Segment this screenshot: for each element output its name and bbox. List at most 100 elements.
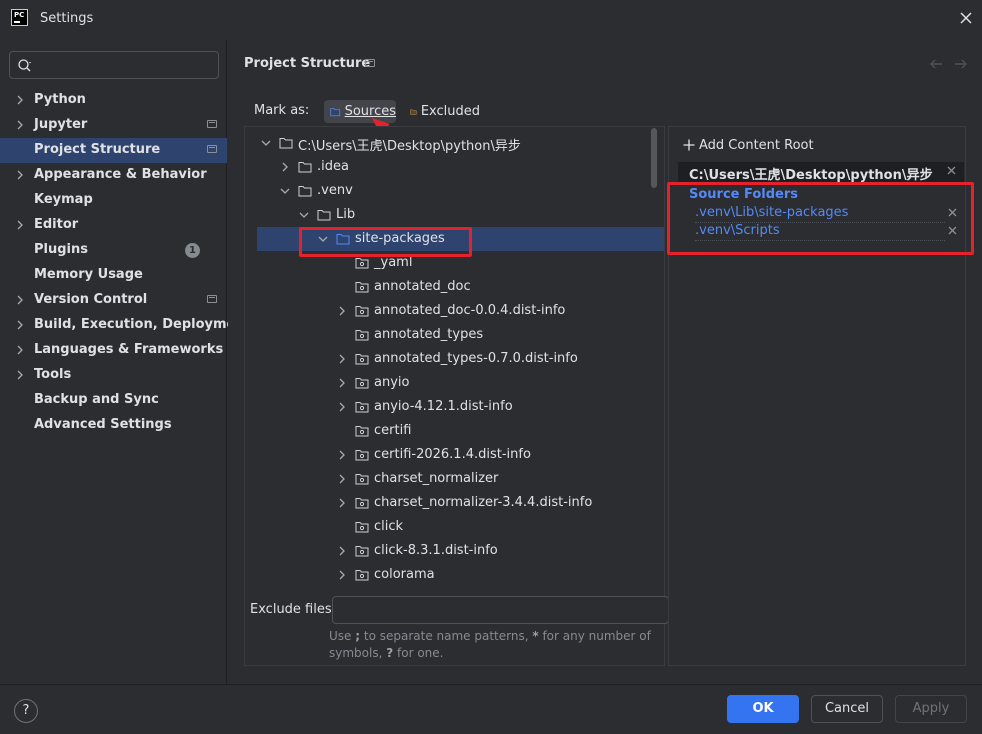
chevron-down-icon[interactable] [261, 138, 271, 148]
sidebar-item[interactable]: Advanced Settings [0, 413, 227, 438]
tree-row-label: anyio [374, 375, 410, 390]
sidebar-item-label: Python [34, 92, 86, 107]
tree-row[interactable]: certifi-2026.1.4.dist-info [245, 443, 664, 467]
tree-row[interactable]: C:\Users\王虎\Desktop\python\异步 [245, 131, 664, 155]
package-folder-icon [355, 402, 369, 413]
chevron-right-icon[interactable] [15, 95, 25, 105]
tree-row[interactable]: _yaml [245, 251, 664, 275]
chevron-right-icon[interactable] [15, 220, 25, 230]
remove-source-icon[interactable] [948, 226, 957, 235]
tree-row[interactable]: .venv [245, 179, 664, 203]
tree-row[interactable]: annotated_doc [245, 275, 664, 299]
ok-button[interactable]: OK [727, 695, 799, 723]
chevron-right-icon[interactable] [15, 345, 25, 355]
source-folder-item[interactable]: .venv\Lib\site-packages [695, 205, 945, 223]
tree-row-label: annotated_types [374, 327, 484, 342]
back-arrow-icon[interactable] [929, 58, 943, 70]
sidebar-item[interactable]: Plugins 1 [0, 238, 227, 263]
tree-row-label: Lib [336, 207, 356, 222]
sidebar-item-label: Version Control [34, 292, 148, 307]
project-level-icon [207, 295, 217, 303]
chevron-right-icon[interactable] [15, 120, 25, 130]
remove-root-icon[interactable] [947, 166, 956, 175]
mark-sources-button[interactable]: Sources [324, 100, 396, 123]
excluded-folder-icon [410, 109, 417, 115]
remove-source-icon[interactable] [948, 208, 957, 217]
project-tree[interactable]: C:\Users\王虎\Desktop\python\异步 .idea .venv L… [244, 126, 665, 666]
sidebar-item[interactable]: Python [0, 88, 227, 113]
project-level-icon [365, 59, 375, 67]
sidebar-item[interactable]: Keymap [0, 188, 227, 213]
content-roots-panel: Add Content Root C:\Users\王虎\Desktop\pyt… [668, 126, 966, 666]
package-folder-icon [355, 282, 369, 293]
sidebar-item[interactable]: Build, Execution, Deployment [0, 313, 251, 338]
content-root-path: C:\Users\王虎\Desktop\python\异步 [678, 162, 964, 183]
chevron-right-icon[interactable] [15, 170, 25, 180]
tree-row[interactable]: Lib [245, 203, 664, 227]
tree-row[interactable]: colorama [245, 563, 664, 587]
source-folder-item[interactable]: .venv\Scripts [695, 223, 945, 241]
tree-row[interactable]: certifi [245, 419, 664, 443]
tree-row[interactable]: charset_normalizer-3.4.4.dist-info [245, 491, 664, 515]
chevron-right-icon[interactable] [337, 474, 347, 484]
sidebar-item-label: Keymap [34, 192, 93, 207]
search-input[interactable] [38, 55, 214, 75]
help-button[interactable]: ? [14, 699, 38, 723]
sidebar-item[interactable]: Backup and Sync [0, 388, 227, 413]
tree-row-label: .venv [317, 183, 353, 198]
tree-row[interactable]: annotated_doc-0.0.4.dist-info [245, 299, 664, 323]
mark-excluded-button[interactable]: Excluded [404, 100, 480, 123]
chevron-right-icon[interactable] [337, 306, 347, 316]
search-field[interactable] [9, 51, 219, 79]
chevron-down-icon[interactable] [299, 210, 309, 220]
package-folder-icon [355, 330, 369, 341]
chevron-down-icon[interactable] [280, 186, 290, 196]
tree-row[interactable]: site-packages [257, 227, 664, 251]
chevron-right-icon[interactable] [337, 450, 347, 460]
sidebar-item[interactable]: Jupyter [0, 113, 227, 138]
tree-row-label: click [374, 519, 404, 534]
add-content-root-button[interactable]: Add Content Root [683, 135, 814, 155]
tree-row-label: .idea [317, 159, 349, 174]
tree-row[interactable]: anyio-4.12.1.dist-info [245, 395, 664, 419]
sidebar-item-label: Languages & Frameworks [34, 342, 224, 357]
tree-row[interactable]: click [245, 515, 664, 539]
sidebar-item[interactable]: Version Control [0, 288, 227, 313]
sidebar-item[interactable]: Memory Usage [0, 263, 227, 288]
tree-row[interactable]: annotated_types-0.7.0.dist-info [245, 347, 664, 371]
tree-row-label: charset_normalizer-3.4.4.dist-info [374, 495, 593, 510]
apply-button[interactable]: Apply [895, 695, 967, 723]
tree-scrollbar[interactable] [651, 128, 657, 188]
sidebar-item[interactable]: Appearance & Behavior [0, 163, 227, 188]
tree-row[interactable]: charset_normalizer [245, 467, 664, 491]
sidebar-item-label: Memory Usage [34, 267, 143, 282]
update-count-badge: 1 [185, 243, 200, 258]
exclude-files-input[interactable] [332, 596, 669, 624]
chevron-right-icon[interactable] [15, 295, 25, 305]
chevron-right-icon[interactable] [337, 378, 347, 388]
sidebar-item[interactable]: Tools [0, 363, 227, 388]
chevron-right-icon[interactable] [337, 354, 347, 364]
chevron-right-icon[interactable] [280, 162, 290, 172]
chevron-right-icon[interactable] [337, 546, 347, 556]
chevron-right-icon[interactable] [337, 498, 347, 508]
chevron-down-icon[interactable] [318, 234, 328, 244]
tree-row-label: charset_normalizer [374, 471, 499, 486]
chevron-right-icon[interactable] [337, 402, 347, 412]
close-icon[interactable] [958, 10, 974, 26]
tree-row[interactable]: .idea [245, 155, 664, 179]
tree-row[interactable]: click-8.3.1.dist-info [245, 539, 664, 563]
chevron-right-icon[interactable] [15, 370, 25, 380]
tree-row[interactable]: annotated_types [245, 323, 664, 347]
sidebar-item[interactable]: Editor [0, 213, 227, 238]
sidebar-item[interactable]: Languages & Frameworks [0, 338, 227, 363]
chevron-right-icon[interactable] [15, 320, 25, 330]
folder-icon [317, 210, 331, 221]
tree-row[interactable]: anyio [245, 371, 664, 395]
sidebar-item[interactable]: Project Structure [0, 138, 227, 163]
tree-row-label: annotated_doc-0.0.4.dist-info [374, 303, 566, 318]
forward-arrow-icon[interactable] [954, 58, 968, 70]
tree-row-label: click-8.3.1.dist-info [374, 543, 498, 558]
cancel-button[interactable]: Cancel [811, 695, 883, 723]
chevron-right-icon[interactable] [337, 570, 347, 580]
